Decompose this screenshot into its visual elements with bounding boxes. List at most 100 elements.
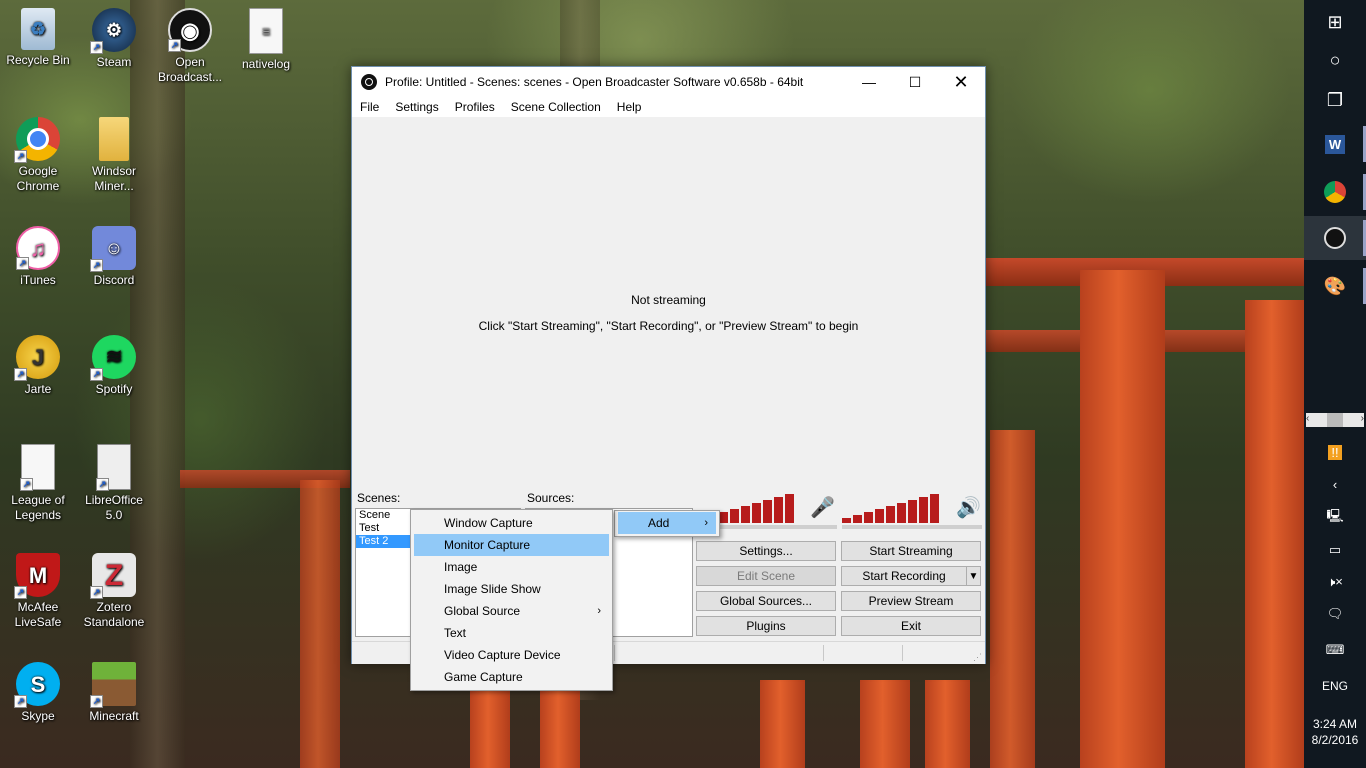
desktop-icon-windsor[interactable]: Windsor Miner... (77, 117, 151, 194)
torii-pillar (470, 680, 510, 768)
submenu-arrow-icon: › (597, 605, 601, 617)
menu-item-image[interactable]: Image (414, 556, 609, 578)
cortana-button[interactable]: ○ (1304, 38, 1366, 82)
menu-item-window-capture[interactable]: Window Capture (414, 512, 609, 534)
torii-pillar (925, 680, 970, 768)
desktop-icon-nativelog[interactable]: ≡ nativelog (229, 8, 303, 72)
obs-icon (1324, 227, 1346, 249)
desktop-icon-skype[interactable]: S ↗ Skype (1, 662, 75, 724)
desktop-icon-obs[interactable]: ◉ ↗ Open Broadcast... (153, 8, 227, 85)
windows-logo-icon: ⊞ (1327, 11, 1343, 32)
desktop-audio-level-meter (842, 491, 939, 523)
menu-bar: File Settings Profiles Scene Collection … (352, 97, 985, 117)
skype-icon: S ↗ (14, 662, 60, 708)
resize-grip-icon[interactable]: ⋰ (973, 652, 982, 663)
meter-bar (864, 512, 873, 523)
task-view-button[interactable]: ❐ (1304, 78, 1366, 122)
desktop-icon-itunes[interactable]: ♫ ↗ iTunes (1, 226, 75, 288)
shortcut-arrow-icon: ↗ (20, 478, 33, 491)
network-icon: 🖳 (1326, 508, 1344, 523)
desktop-icon-label: Steam (96, 55, 132, 69)
start-recording-button[interactable]: Start Recording (841, 566, 967, 586)
keyboard-icon: ⌨ (1325, 642, 1345, 657)
desktop-icon-steam[interactable]: ⚙ ↗ Steam (77, 8, 151, 70)
menu-item-video-capture-device[interactable]: Video Capture Device (414, 644, 609, 666)
desktop-icon-label: Zotero Standalone (83, 600, 145, 629)
desktop-icon-spotify[interactable]: ≋ ↗ Spotify (77, 335, 151, 397)
chevron-left-icon: ‹ (1332, 476, 1338, 492)
edit-scene-button[interactable]: Edit Scene (696, 566, 836, 586)
spotify-icon: ≋ ↗ (90, 335, 136, 381)
desktop-icon-libreoffice[interactable]: ↗ LibreOffice 5.0 (77, 444, 151, 523)
menu-profiles[interactable]: Profiles (447, 97, 503, 117)
menu-settings[interactable]: Settings (387, 97, 446, 117)
desktop-icon-discord[interactable]: ☺ ↗ Discord (77, 226, 151, 288)
desktop-volume-slider[interactable] (842, 525, 982, 529)
language-indicator[interactable]: ENG (1304, 664, 1366, 708)
system-clock[interactable]: 3:24 AM 8/2/2016 (1304, 716, 1366, 748)
zotero-icon: Z ↗ (90, 553, 136, 599)
document-icon: ≡ (249, 8, 283, 54)
speaker-icon[interactable]: 🔊 (956, 495, 981, 520)
steam-icon: ⚙ ↗ (90, 8, 136, 54)
plugins-button[interactable]: Plugins (696, 616, 836, 636)
menu-scene-collection[interactable]: Scene Collection (503, 97, 609, 117)
global-sources-button[interactable]: Global Sources... (696, 591, 836, 611)
scene-item-selected[interactable]: Test 2 (356, 535, 411, 548)
torii-pillar (540, 690, 580, 768)
shortcut-arrow-icon: ↗ (14, 368, 27, 381)
status-separator (614, 645, 615, 661)
menu-item-global-source[interactable]: Global Source › (414, 600, 609, 622)
window-titlebar[interactable]: Profile: Untitled - Scenes: scenes - Ope… (352, 67, 985, 97)
taskbar-paint[interactable]: 🎨 (1304, 264, 1366, 308)
desktop-icon-minecraft[interactable]: ↗ Minecraft (77, 662, 151, 724)
preview-area: Not streaming Click "Start Streaming", "… (352, 117, 985, 489)
menu-item-add[interactable]: Add › (618, 512, 716, 534)
taskbar-chrome[interactable] (1304, 170, 1366, 214)
desktop-icon-jarte[interactable]: J ↗ Jarte (1, 335, 75, 397)
stream-hint-text: Click "Start Streaming", "Start Recordin… (478, 319, 859, 333)
torii-pillar (860, 680, 910, 768)
start-streaming-button[interactable]: Start Streaming (841, 541, 981, 561)
itunes-icon: ♫ ↗ (16, 226, 60, 270)
menu-item-text[interactable]: Text (414, 622, 609, 644)
obs-app-icon (361, 74, 377, 90)
taskbar-obs[interactable] (1304, 216, 1366, 260)
desktop-icon-recycle-bin[interactable]: ♻ Recycle Bin (1, 8, 75, 68)
cortana-circle-icon: ○ (1329, 49, 1341, 70)
meter-bar (919, 497, 928, 523)
task-view-icon: ❐ (1326, 89, 1344, 110)
menu-file[interactable]: File (352, 97, 387, 117)
taskbar-scroll[interactable]: ‹ › (1306, 413, 1364, 427)
recording-dropdown-button[interactable]: ▼ (966, 566, 981, 586)
shortcut-arrow-icon: ↗ (16, 257, 29, 270)
desktop-icon-label: Skype (21, 709, 55, 723)
minimize-button[interactable]: — (846, 67, 892, 97)
desktop-icon-label: iTunes (20, 273, 56, 287)
menu-help[interactable]: Help (609, 97, 650, 117)
meter-bar (930, 494, 939, 523)
maximize-button[interactable]: ☐ (892, 67, 938, 97)
menu-item-monitor-capture[interactable]: Monitor Capture (414, 534, 609, 556)
desktop-icon-league[interactable]: ↗ League of Legends (1, 444, 75, 523)
jarte-icon: J ↗ (14, 335, 60, 381)
menu-item-image-slide-show[interactable]: Image Slide Show (414, 578, 609, 600)
paint-icon: 🎨 (1323, 275, 1347, 296)
desktop-icon-label: nativelog (241, 57, 291, 71)
taskbar-word[interactable]: W (1304, 122, 1366, 166)
language-label: ENG (1321, 679, 1348, 693)
exit-button[interactable]: Exit (841, 616, 981, 636)
desktop-icon-chrome[interactable]: ↗ Google Chrome (1, 117, 75, 194)
desktop-icon-zotero[interactable]: Z ↗ Zotero Standalone (77, 553, 151, 630)
settings-button[interactable]: Settings... (696, 541, 836, 561)
maximize-icon: ☐ (908, 73, 922, 90)
desktop-icon-label: Google Chrome (16, 164, 60, 193)
microphone-icon[interactable]: 🎤 (810, 495, 835, 520)
preview-stream-button[interactable]: Preview Stream (841, 591, 981, 611)
clock-time: 3:24 AM (1312, 717, 1358, 731)
close-button[interactable]: ✕ (938, 67, 984, 97)
scroll-thumb[interactable] (1327, 413, 1343, 427)
menu-item-game-capture[interactable]: Game Capture (414, 666, 609, 688)
meter-bar (752, 503, 761, 523)
desktop-icon-mcafee[interactable]: M ↗ McAfee LiveSafe (1, 553, 75, 630)
